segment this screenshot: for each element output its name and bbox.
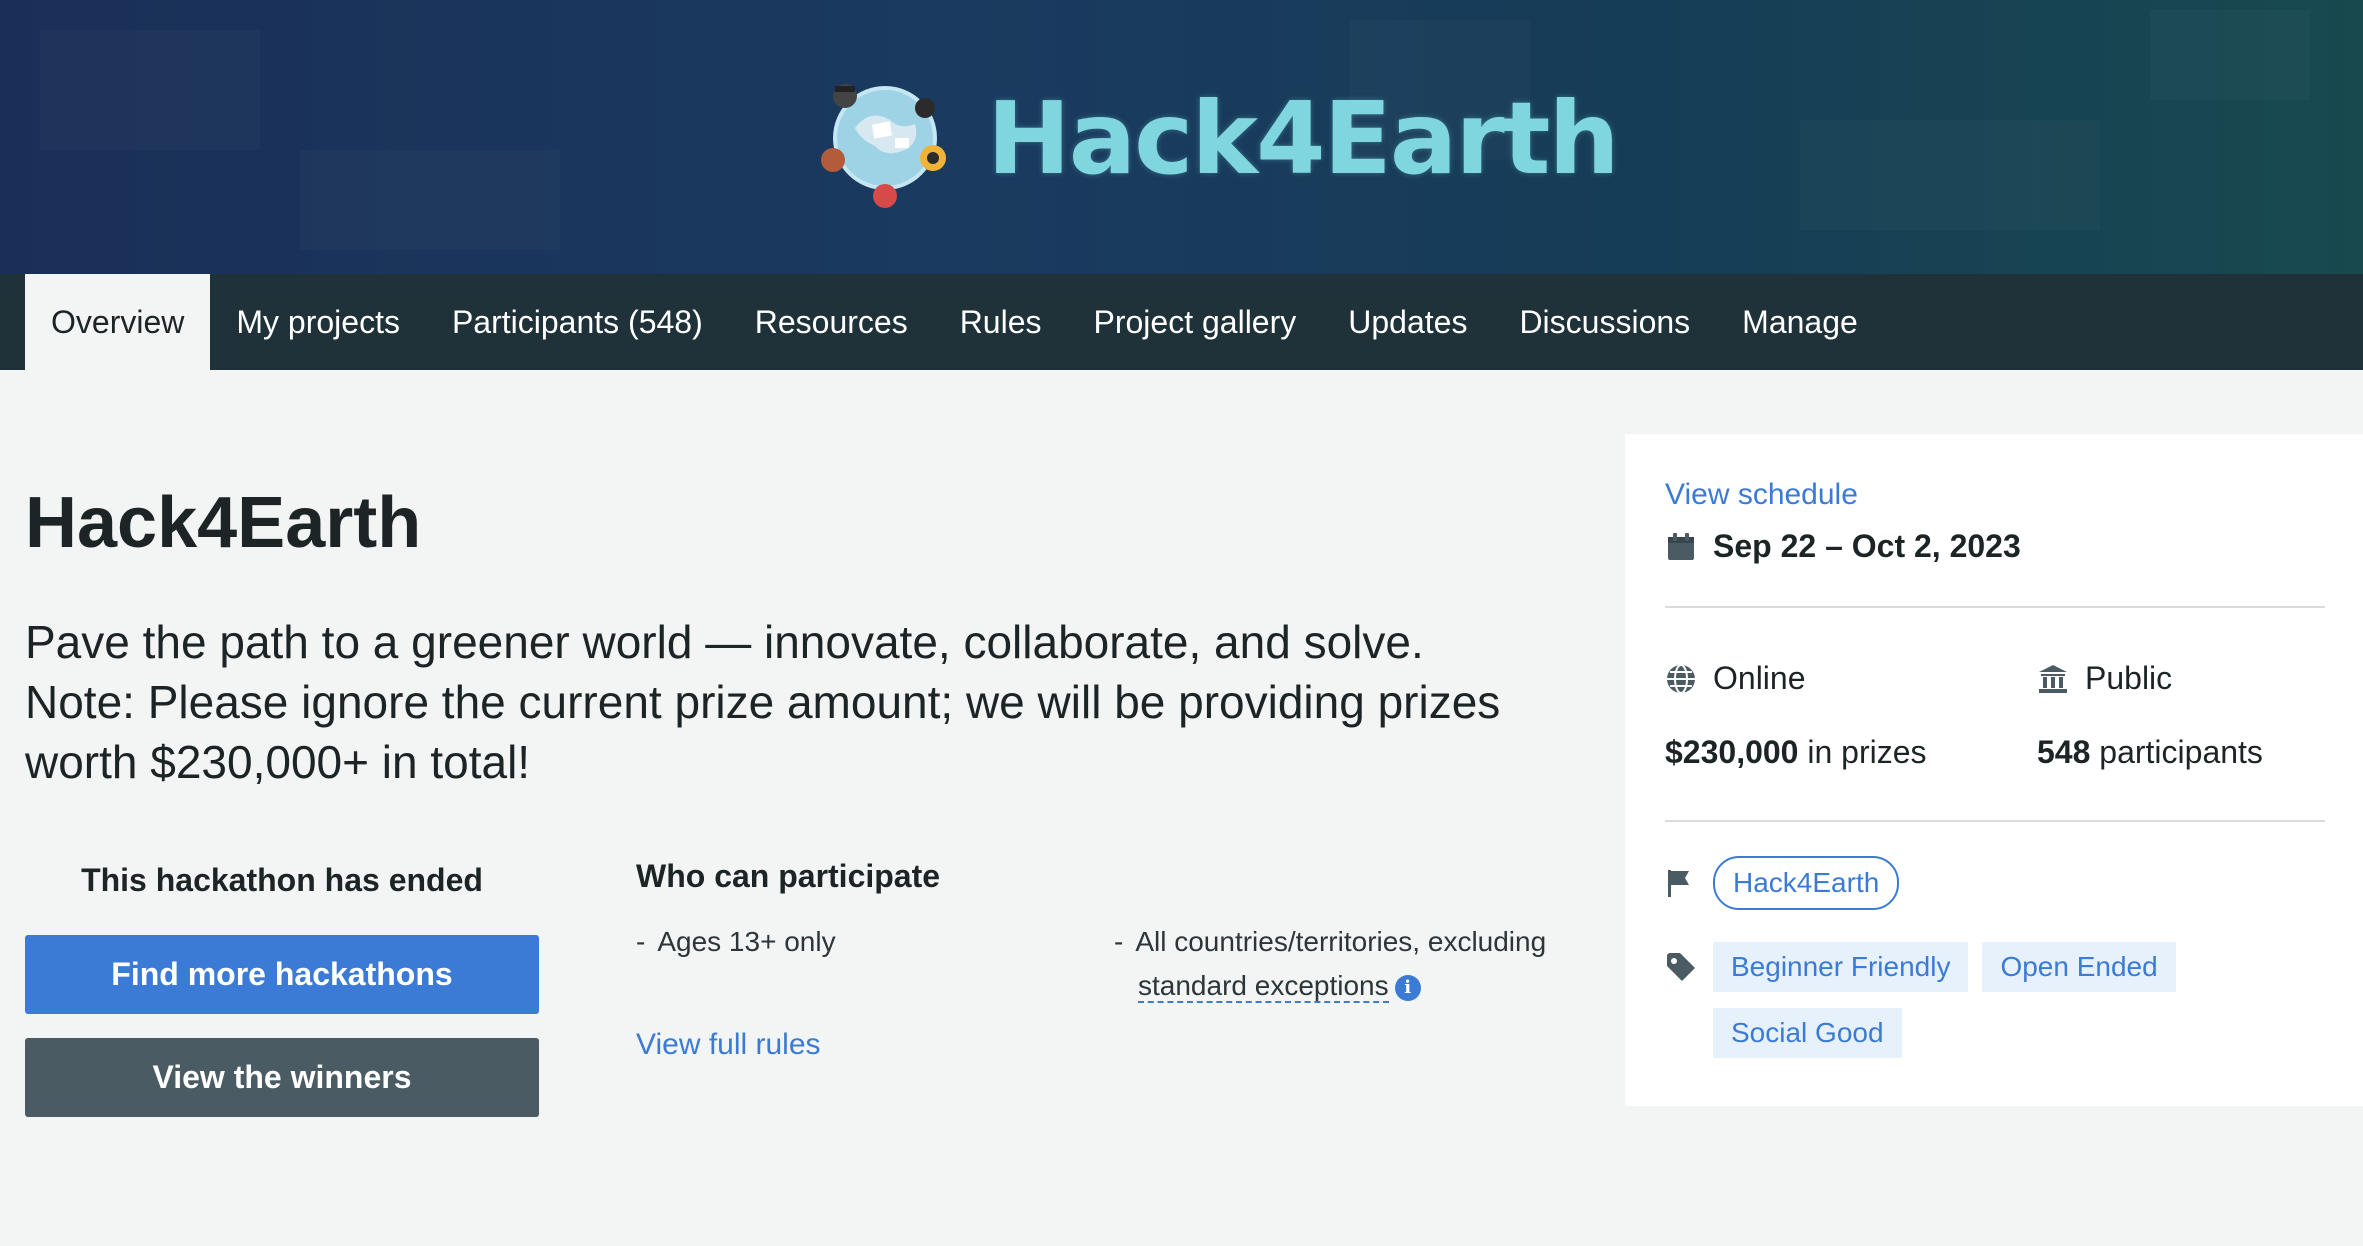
location-text: Online	[1713, 660, 1806, 696]
view-schedule-link[interactable]: View schedule	[1665, 478, 1858, 512]
tag-open-ended[interactable]: Open Ended	[1982, 942, 2176, 992]
participants-label: participants	[2090, 734, 2263, 770]
tab-participants[interactable]: Participants (548)	[426, 274, 729, 370]
tab-discussions[interactable]: Discussions	[1493, 274, 1716, 370]
logo-text: Hack4Earth	[987, 79, 1620, 197]
prize-label: in prizes	[1798, 734, 1927, 770]
hero-banner: Hack4Earth	[0, 0, 2363, 274]
tab-project-gallery[interactable]: Project gallery	[1068, 274, 1323, 370]
countries-text: All countries/territories, excluding	[1135, 926, 1547, 957]
visibility-text: Public	[2085, 660, 2173, 696]
calendar-icon	[1668, 532, 1694, 560]
prize-amount: $230,000	[1665, 734, 1799, 770]
dates-text: Sep 22 – Oct 2, 2023	[1713, 528, 2021, 564]
tag-list: Beginner Friendly Open Ended Social Good	[1713, 942, 2213, 1058]
visibility-info: Public	[2037, 660, 2172, 697]
tab-manage[interactable]: Manage	[1716, 274, 1884, 370]
page-title: Hack4Earth	[25, 483, 422, 563]
flag-icon	[1668, 870, 1689, 897]
tag-icon	[1667, 953, 1695, 981]
tab-overview[interactable]: Overview	[25, 274, 211, 370]
hackathon-logo: Hack4Earth	[815, 68, 1620, 208]
ages-text: Ages 13+ only	[657, 926, 836, 957]
tab-rules[interactable]: Rules	[934, 274, 1068, 370]
date-range: Sep 22 – Oct 2, 2023	[1665, 528, 2021, 565]
globe-table-icon	[821, 84, 946, 208]
tags-row: Beginner Friendly Open Ended Social Good	[1665, 942, 2213, 1058]
host-row: Hack4Earth	[1665, 856, 1900, 910]
eligibility-ages: - Ages 13+ only	[636, 926, 836, 957]
participant-count: 548	[2037, 734, 2091, 770]
find-hackathons-button[interactable]: Find more hackathons	[25, 935, 539, 1014]
status-text: This hackathon has ended	[81, 862, 483, 898]
eligibility-heading: Who can participate	[636, 858, 941, 894]
globe-icon	[1667, 663, 1695, 694]
hackathon-sidebar: View schedule Sep 22 – Oct 2, 2023 Onlin…	[1625, 434, 2363, 1106]
prize-info: $230,000 in prizes	[1665, 734, 1927, 771]
tag-social-good[interactable]: Social Good	[1713, 1008, 1902, 1058]
institution-icon	[2039, 664, 2067, 693]
info-icon[interactable]: i	[1394, 974, 1421, 1001]
tab-updates[interactable]: Updates	[1322, 274, 1493, 370]
tab-resources[interactable]: Resources	[729, 274, 934, 370]
host-chip[interactable]: Hack4Earth	[1713, 856, 1900, 910]
divider	[1665, 820, 2325, 822]
participants-info: 548 participants	[2037, 734, 2263, 771]
location-info: Online	[1665, 660, 1806, 697]
tag-beginner-friendly[interactable]: Beginner Friendly	[1713, 942, 1969, 992]
tab-my-projects[interactable]: My projects	[210, 274, 426, 370]
hackathon-tagline: Pave the path to a greener world — innov…	[25, 616, 1501, 788]
view-full-rules-link[interactable]: View full rules	[636, 1028, 821, 1062]
divider	[1665, 606, 2325, 608]
standard-exceptions-link[interactable]: standard exceptions	[1138, 970, 1389, 1003]
view-winners-button[interactable]: View the winners	[25, 1038, 539, 1117]
hackathon-nav: Overview My projects Participants (548) …	[0, 274, 2363, 370]
eligibility-countries: - All countries/territories, excluding st…	[1114, 926, 1547, 1003]
